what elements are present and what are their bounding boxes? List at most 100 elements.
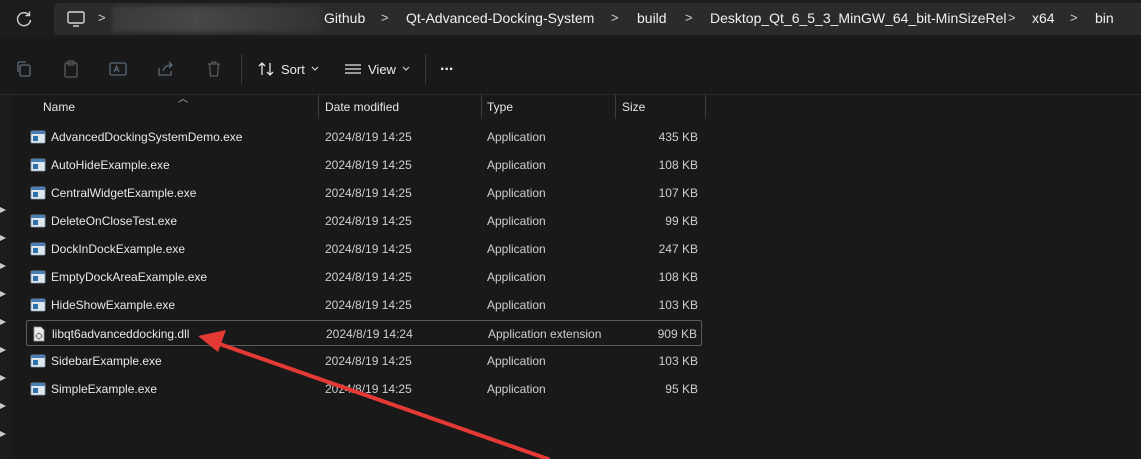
view-button[interactable]: View [344, 57, 410, 81]
file-type: Application [487, 158, 546, 172]
chevron-down-icon [311, 66, 319, 71]
file-row[interactable]: HideShowExample.exe 2024/8/19 14:25 Appl… [26, 292, 702, 318]
file-row[interactable]: SimpleExample.exe 2024/8/19 14:25 Applic… [26, 376, 702, 402]
file-row[interactable]: CentralWidgetExample.exe 2024/8/19 14:25… [26, 180, 702, 206]
column-divider[interactable] [615, 95, 616, 119]
file-date: 2024/8/19 14:25 [325, 382, 412, 396]
file-size: 107 KB [658, 186, 698, 200]
breadcrumb-separator[interactable]: > [611, 10, 619, 25]
exe-icon [30, 354, 46, 368]
file-size: 435 KB [658, 130, 698, 144]
file-type: Application [487, 298, 546, 312]
blurred-path-segment [112, 6, 322, 32]
share-icon[interactable] [156, 59, 176, 79]
sort-ascending-icon: ︿ [178, 94, 188, 105]
pin-icon [0, 375, 6, 381]
file-name: DockInDockExample.exe [51, 242, 186, 256]
file-size: 103 KB [658, 354, 698, 368]
exe-icon [30, 382, 46, 396]
sort-icon [258, 62, 274, 76]
file-date: 2024/8/19 14:25 [325, 130, 412, 144]
file-date: 2024/8/19 14:25 [325, 158, 412, 172]
breadcrumb-item-desktop-qt[interactable]: Desktop_Qt_6_5_3_MinGW_64_bit-MinSizeRel [710, 10, 1006, 26]
breadcrumb-separator[interactable]: > [381, 10, 389, 25]
pin-icon [0, 319, 6, 325]
pin-icon [0, 403, 6, 409]
file-name: SidebarExample.exe [51, 354, 162, 368]
file-type: Application [487, 214, 546, 228]
file-name: DeleteOnCloseTest.exe [51, 214, 178, 228]
file-name: libqt6advanceddocking.dll [52, 327, 190, 341]
file-size: 108 KB [658, 270, 698, 284]
file-size: 95 KB [665, 382, 698, 396]
file-type: Application [487, 270, 546, 284]
breadcrumb-item-x64[interactable]: x64 [1032, 10, 1055, 26]
pin-icon [0, 263, 6, 269]
file-row[interactable]: AdvancedDockingSystemDemo.exe 2024/8/19 … [26, 124, 702, 150]
file-row[interactable]: SidebarExample.exe 2024/8/19 14:25 Appli… [26, 348, 702, 374]
column-header-size[interactable]: Size [622, 95, 645, 119]
rename-icon[interactable] [108, 59, 128, 79]
paste-icon[interactable] [61, 59, 81, 79]
navigation-pane-edge[interactable] [0, 95, 10, 459]
pin-icon [0, 291, 6, 297]
file-row[interactable]: EmptyDockAreaExample.exe 2024/8/19 14:25… [26, 264, 702, 290]
pin-icon [0, 235, 6, 241]
file-size: 909 KB [657, 327, 697, 341]
pin-icon [0, 207, 6, 213]
column-divider[interactable] [481, 95, 482, 119]
file-name: HideShowExample.exe [51, 298, 176, 312]
file-date: 2024/8/19 14:25 [325, 298, 412, 312]
breadcrumb-separator[interactable]: > [685, 10, 693, 25]
file-name: SimpleExample.exe [51, 382, 158, 396]
file-name: EmptyDockAreaExample.exe [51, 270, 208, 284]
breadcrumb-item-github[interactable]: Github [324, 10, 365, 26]
file-name: AutoHideExample.exe [51, 158, 170, 172]
address-bar: > Github > Qt-Advanced-Docking-System > … [0, 0, 1141, 38]
file-type: Application [487, 354, 546, 368]
command-bar: Sort View ... [0, 44, 1141, 95]
file-row[interactable]: AutoHideExample.exe 2024/8/19 14:25 Appl… [26, 152, 702, 178]
breadcrumb-item-bin[interactable]: bin [1095, 10, 1114, 26]
breadcrumb-separator[interactable]: > [1008, 10, 1016, 25]
view-list-icon [345, 64, 361, 74]
more-options-button[interactable]: ... [440, 54, 453, 78]
exe-icon [30, 242, 46, 256]
breadcrumb-item-build[interactable]: build [637, 10, 667, 26]
column-header-type[interactable]: Type [487, 95, 513, 119]
column-divider[interactable] [318, 95, 319, 119]
file-type: Application extension [488, 327, 602, 341]
file-date: 2024/8/19 14:25 [325, 354, 412, 368]
pin-icon [0, 431, 6, 437]
file-date: 2024/8/19 14:24 [326, 327, 413, 341]
file-type: Application [487, 242, 546, 256]
file-row-selected[interactable]: libqt6advanceddocking.dll 2024/8/19 14:2… [26, 320, 702, 346]
chevron-down-icon [402, 66, 410, 71]
refresh-icon[interactable] [14, 9, 34, 29]
delete-icon[interactable] [204, 59, 224, 79]
file-row[interactable]: DockInDockExample.exe 2024/8/19 14:25 Ap… [26, 236, 702, 262]
this-pc-icon[interactable] [66, 9, 86, 29]
column-divider[interactable] [705, 95, 706, 119]
file-size: 247 KB [658, 242, 698, 256]
exe-icon [30, 186, 46, 200]
breadcrumb-separator[interactable]: > [98, 10, 106, 25]
file-row[interactable]: DeleteOnCloseTest.exe 2024/8/19 14:25 Ap… [26, 208, 702, 234]
exe-icon [30, 298, 46, 312]
copy-icon[interactable] [14, 59, 34, 79]
file-size: 103 KB [658, 298, 698, 312]
file-type: Application [487, 130, 546, 144]
file-name: CentralWidgetExample.exe [51, 186, 197, 200]
toolbar-divider [425, 54, 426, 84]
file-date: 2024/8/19 14:25 [325, 242, 412, 256]
exe-icon [30, 158, 46, 172]
column-header-date[interactable]: Date modified [325, 95, 399, 119]
column-header-name[interactable]: Name [43, 95, 75, 119]
view-label: View [368, 61, 396, 77]
sort-button[interactable]: Sort [257, 57, 319, 81]
breadcrumb-separator[interactable]: > [1070, 10, 1078, 25]
exe-icon [30, 270, 46, 284]
breadcrumb-item-qt-ads[interactable]: Qt-Advanced-Docking-System [406, 10, 594, 26]
file-size: 108 KB [658, 158, 698, 172]
file-name: AdvancedDockingSystemDemo.exe [51, 130, 243, 144]
